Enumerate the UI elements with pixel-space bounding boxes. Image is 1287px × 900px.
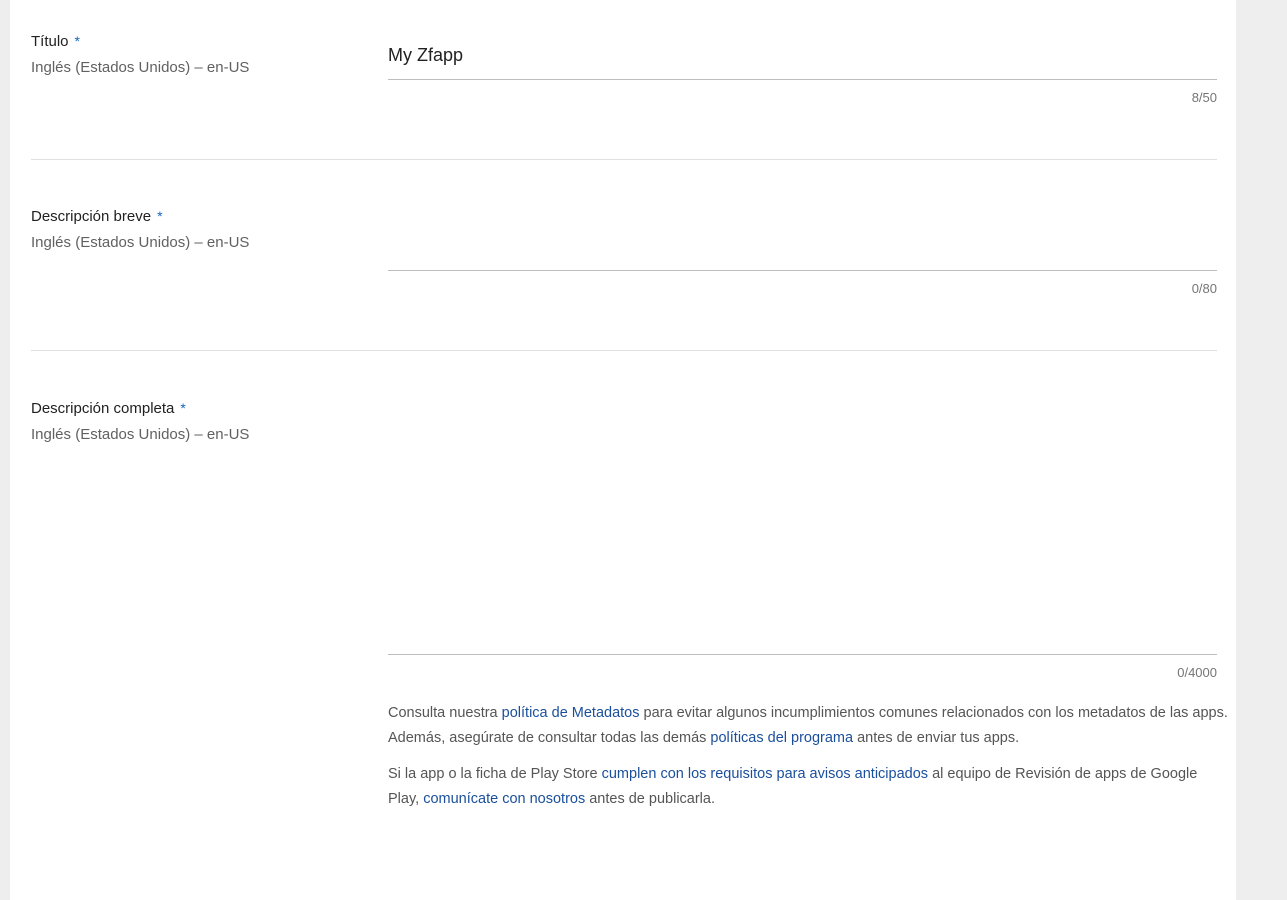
full-description-language: Inglés (Estados Unidos) – en-US [31, 426, 250, 443]
program-policies-link[interactable]: políticas del programa [710, 730, 853, 746]
full-description-label: Descripción completa * [31, 400, 186, 417]
short-description-language: Inglés (Estados Unidos) – en-US [31, 234, 250, 251]
contact-us-link[interactable]: comunícate con nosotros [423, 791, 585, 807]
title-section: Título * Inglés (Estados Unidos) – en-US … [31, 0, 1217, 160]
required-asterisk: * [74, 33, 80, 49]
required-asterisk: * [157, 208, 163, 224]
full-description-char-counter: 0/4000 [1177, 665, 1217, 680]
title-input-underline[interactable] [388, 79, 1217, 80]
advance-notice-requirements-link[interactable]: cumplen con los requisitos para avisos a… [602, 766, 928, 782]
short-description-input-underline[interactable] [388, 270, 1217, 271]
short-description-section: Descripción breve * Inglés (Estados Unido… [31, 160, 1217, 351]
title-language: Inglés (Estados Unidos) – en-US [31, 59, 250, 76]
title-label: Título * [31, 33, 80, 50]
title-input[interactable]: My Zfapp [388, 45, 463, 66]
short-description-label: Descripción breve * [31, 208, 163, 225]
metadata-policy-link[interactable]: política de Metadatos [502, 705, 640, 721]
full-description-section: Descripción completa * Inglés (Estados Un… [31, 351, 1217, 691]
policy-help-text: Consulta nuestra política de Metadatos p… [388, 701, 1228, 812]
store-listing-panel: Título * Inglés (Estados Unidos) – en-US … [10, 0, 1236, 900]
full-description-input-underline[interactable] [388, 654, 1217, 655]
required-asterisk: * [180, 400, 186, 416]
short-description-char-counter: 0/80 [1191, 281, 1217, 296]
advance-notice-paragraph: Si la app o la ficha de Play Store cumpl… [388, 766, 1198, 807]
metadata-policy-paragraph: Consulta nuestra política de Metadatos p… [388, 705, 1228, 746]
title-char-counter: 8/50 [1191, 90, 1217, 105]
